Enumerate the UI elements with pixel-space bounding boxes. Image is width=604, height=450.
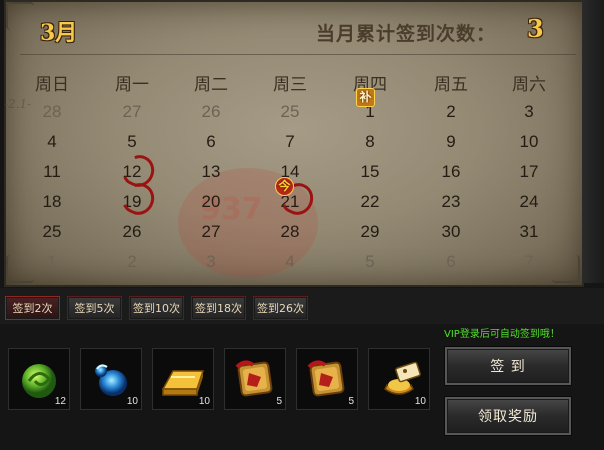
claim-rewards-button[interactable]: 领取奖励 <box>444 396 572 436</box>
weekday-label: 周五 <box>434 75 468 95</box>
calendar-day[interactable]: 18 <box>27 192 77 212</box>
calendar-day[interactable]: 29 <box>345 222 395 242</box>
total-checkins-value: 3 <box>527 14 544 43</box>
panel-right-edge <box>582 0 604 283</box>
calendar-day-other-month: 27 <box>122 102 142 121</box>
calendar-day[interactable]: 7 <box>265 132 315 152</box>
calendar-day-other-month: 2 <box>127 252 137 271</box>
weekday-label: 周日 <box>35 75 69 95</box>
month-label: 3月 <box>40 20 78 46</box>
calendar-day-other-month: 25 <box>280 102 300 121</box>
vip-note: VIP登录后可自动签到哦！ <box>444 329 560 340</box>
total-checkins-label: 当月累计签到次数： <box>316 23 497 45</box>
calendar-day-other-month: 5 <box>365 252 375 271</box>
calendar-day[interactable]: 8 <box>345 132 395 152</box>
weekday-label: 周二 <box>194 75 228 95</box>
reward-count: 12 <box>54 396 66 407</box>
calendar-day[interactable]: 31 <box>504 222 554 242</box>
reward-count: 10 <box>126 396 138 407</box>
red-token-icon <box>307 360 345 397</box>
reward-count: 5 <box>276 396 282 407</box>
weekday-label: 周六 <box>512 75 546 95</box>
calendar-day[interactable]: 24 <box>504 192 554 212</box>
calendar-day[interactable]: 25 <box>27 222 77 242</box>
calendar-day-other-month: 1 <box>47 252 57 271</box>
milestone-button[interactable]: 签到10次 <box>129 296 184 320</box>
reward-slot[interactable]: 5 <box>224 348 286 410</box>
calendar-day-other-month: 26 <box>201 102 221 121</box>
calendar-day[interactable]: 27 <box>186 222 236 242</box>
calendar-day[interactable]: 16 <box>426 162 476 182</box>
reward-slot[interactable]: 10 <box>152 348 214 410</box>
today-badge: 今 <box>275 177 294 196</box>
reward-slot[interactable]: 10 <box>80 348 142 410</box>
reward-count: 10 <box>414 396 426 407</box>
makeup-badge[interactable]: 补 <box>356 88 375 107</box>
red-token-icon <box>235 360 273 397</box>
calendar-day-other-month: 28 <box>42 102 62 121</box>
reward-slot[interactable]: 10 <box>368 348 430 410</box>
calendar-day[interactable]: 13 <box>186 162 236 182</box>
milestone-button[interactable]: 签到26次 <box>253 296 308 320</box>
calendar-day[interactable]: 15 <box>345 162 395 182</box>
calendar-day[interactable]: 30 <box>426 222 476 242</box>
milestone-button[interactable]: 签到18次 <box>191 296 246 320</box>
reward-count: 10 <box>198 396 210 407</box>
calendar-day-other-month: 3 <box>206 252 216 271</box>
weekday-label: 周一 <box>115 75 149 95</box>
calendar-day[interactable]: 5 <box>107 132 157 152</box>
calendar-day[interactable]: 23 <box>426 192 476 212</box>
calendar-day[interactable]: 20 <box>186 192 236 212</box>
calendar-day-other-month: 6 <box>446 252 456 271</box>
calendar-day[interactable]: 10 <box>504 132 554 152</box>
calendar-day-other-month: 4 <box>285 252 295 271</box>
calendar-day[interactable]: 4 <box>27 132 77 152</box>
calendar-day[interactable]: 28 <box>265 222 315 242</box>
corner-ornament <box>552 255 580 283</box>
calendar-day[interactable]: 11 <box>27 162 77 182</box>
calendar-day[interactable]: 9 <box>426 132 476 152</box>
calendar-day[interactable]: 6 <box>186 132 236 152</box>
reward-count: 5 <box>348 396 354 407</box>
calendar-day[interactable]: 3 <box>504 102 554 122</box>
calendar-day[interactable]: 17 <box>504 162 554 182</box>
checkin-panel: 3月 当月累计签到次数： 3 937 -2.1- 周日 周一 周二 周三 周四 周五 周六 … <box>0 0 604 450</box>
checkin-button[interactable]: 签 到 <box>444 346 572 386</box>
milestone-button[interactable]: 签到5次 <box>67 296 122 320</box>
calendar-day[interactable]: 22 <box>345 192 395 212</box>
milestone-button[interactable]: 签到2次 <box>5 296 60 320</box>
calendar-day[interactable]: 2 <box>426 102 476 122</box>
calendar-day-other-month: 7 <box>524 252 534 271</box>
calendar-day[interactable]: 26 <box>107 222 157 242</box>
weekday-label: 周三 <box>273 75 307 95</box>
reward-slot[interactable]: 12 <box>8 348 70 410</box>
reward-slot[interactable]: 5 <box>296 348 358 410</box>
